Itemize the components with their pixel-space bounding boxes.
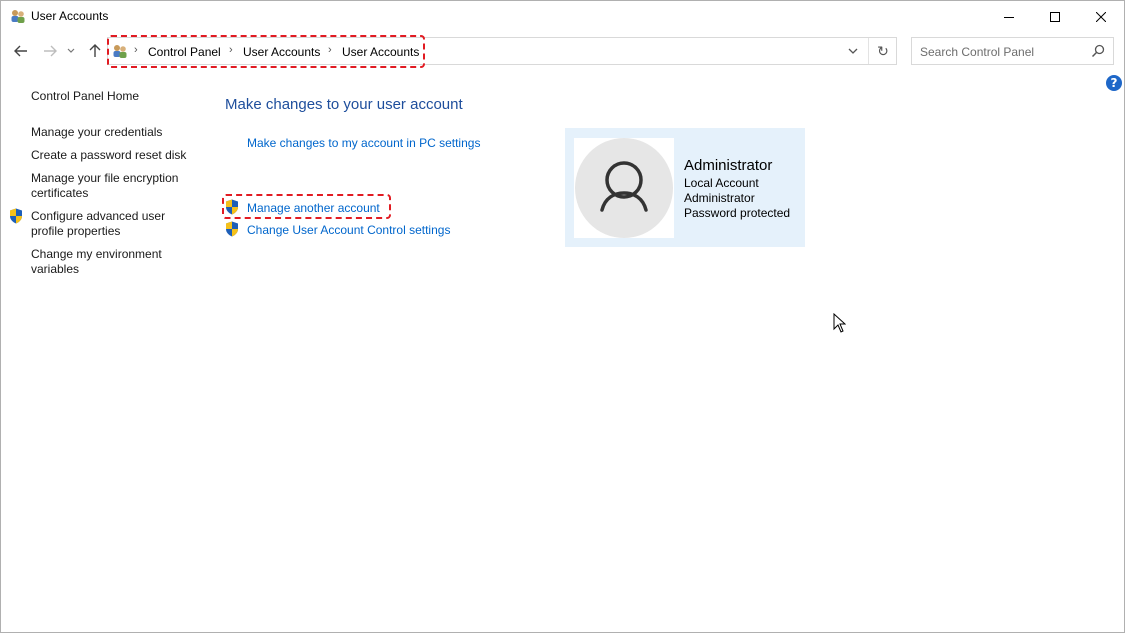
- sidebar-item-manage-credentials[interactable]: Manage your credentials: [31, 125, 162, 140]
- search-icon[interactable]: [1091, 44, 1105, 58]
- uac-shield-icon: [10, 208, 22, 224]
- sidebar-item-control-panel-home[interactable]: Control Panel Home: [31, 89, 139, 104]
- close-button[interactable]: [1078, 1, 1124, 32]
- close-icon: [1096, 11, 1106, 22]
- arrow-up-icon: [89, 44, 101, 57]
- chevron-down-icon: [848, 48, 858, 54]
- account-card: Administrator Local Account Administrato…: [565, 128, 805, 247]
- search-box[interactable]: Search Control Panel: [911, 37, 1114, 65]
- avatar-circle: [575, 138, 673, 238]
- minimize-button[interactable]: [986, 1, 1032, 32]
- help-button[interactable]: ?: [1106, 75, 1122, 91]
- refresh-icon: ↻: [877, 42, 889, 59]
- pc-settings-link[interactable]: Make changes to my account in PC setting…: [247, 136, 480, 150]
- back-button[interactable]: [11, 41, 31, 61]
- uac-settings-link[interactable]: Change User Account Control settings: [247, 223, 450, 237]
- user-accounts-window: User Accounts › Control Panel › User Acc…: [0, 0, 1125, 633]
- sidebar-item-file-encryption[interactable]: Manage your file encryption certificates: [31, 171, 191, 201]
- maximize-icon: [1050, 11, 1060, 22]
- sidebar-item-password-reset-disk[interactable]: Create a password reset disk: [31, 148, 186, 163]
- maximize-button[interactable]: [1032, 1, 1078, 32]
- page-title: Make changes to your user account: [225, 96, 463, 113]
- sidebar-item-advanced-profile[interactable]: Configure advanced user profile properti…: [31, 209, 181, 239]
- user-accounts-icon: [11, 10, 25, 23]
- address-history-button[interactable]: [843, 42, 863, 60]
- account-type: Local Account: [684, 176, 759, 190]
- mouse-cursor-icon: [833, 313, 846, 333]
- uac-shield-icon: [226, 221, 238, 237]
- chevron-down-icon: [67, 48, 75, 53]
- up-button[interactable]: [85, 41, 105, 61]
- search-input[interactable]: Search Control Panel: [920, 45, 1034, 59]
- sidebar-item-environment-variables[interactable]: Change my environment variables: [31, 247, 181, 277]
- user-icon: [600, 161, 648, 212]
- minimize-icon: [1004, 16, 1014, 18]
- title-bar: User Accounts: [1, 1, 1124, 32]
- arrow-left-icon: [14, 45, 27, 57]
- manage-account-highlight: [222, 194, 391, 219]
- recent-locations-button[interactable]: [64, 41, 78, 61]
- forward-button[interactable]: [40, 41, 60, 61]
- account-password-status: Password protected: [684, 206, 791, 220]
- account-name: Administrator: [684, 157, 773, 174]
- avatar: [574, 138, 674, 238]
- window-title: User Accounts: [31, 9, 109, 23]
- arrow-right-icon: [44, 45, 57, 57]
- refresh-button[interactable]: ↻: [868, 38, 897, 64]
- account-role: Administrator: [684, 191, 755, 205]
- breadcrumb-highlight: [107, 35, 425, 68]
